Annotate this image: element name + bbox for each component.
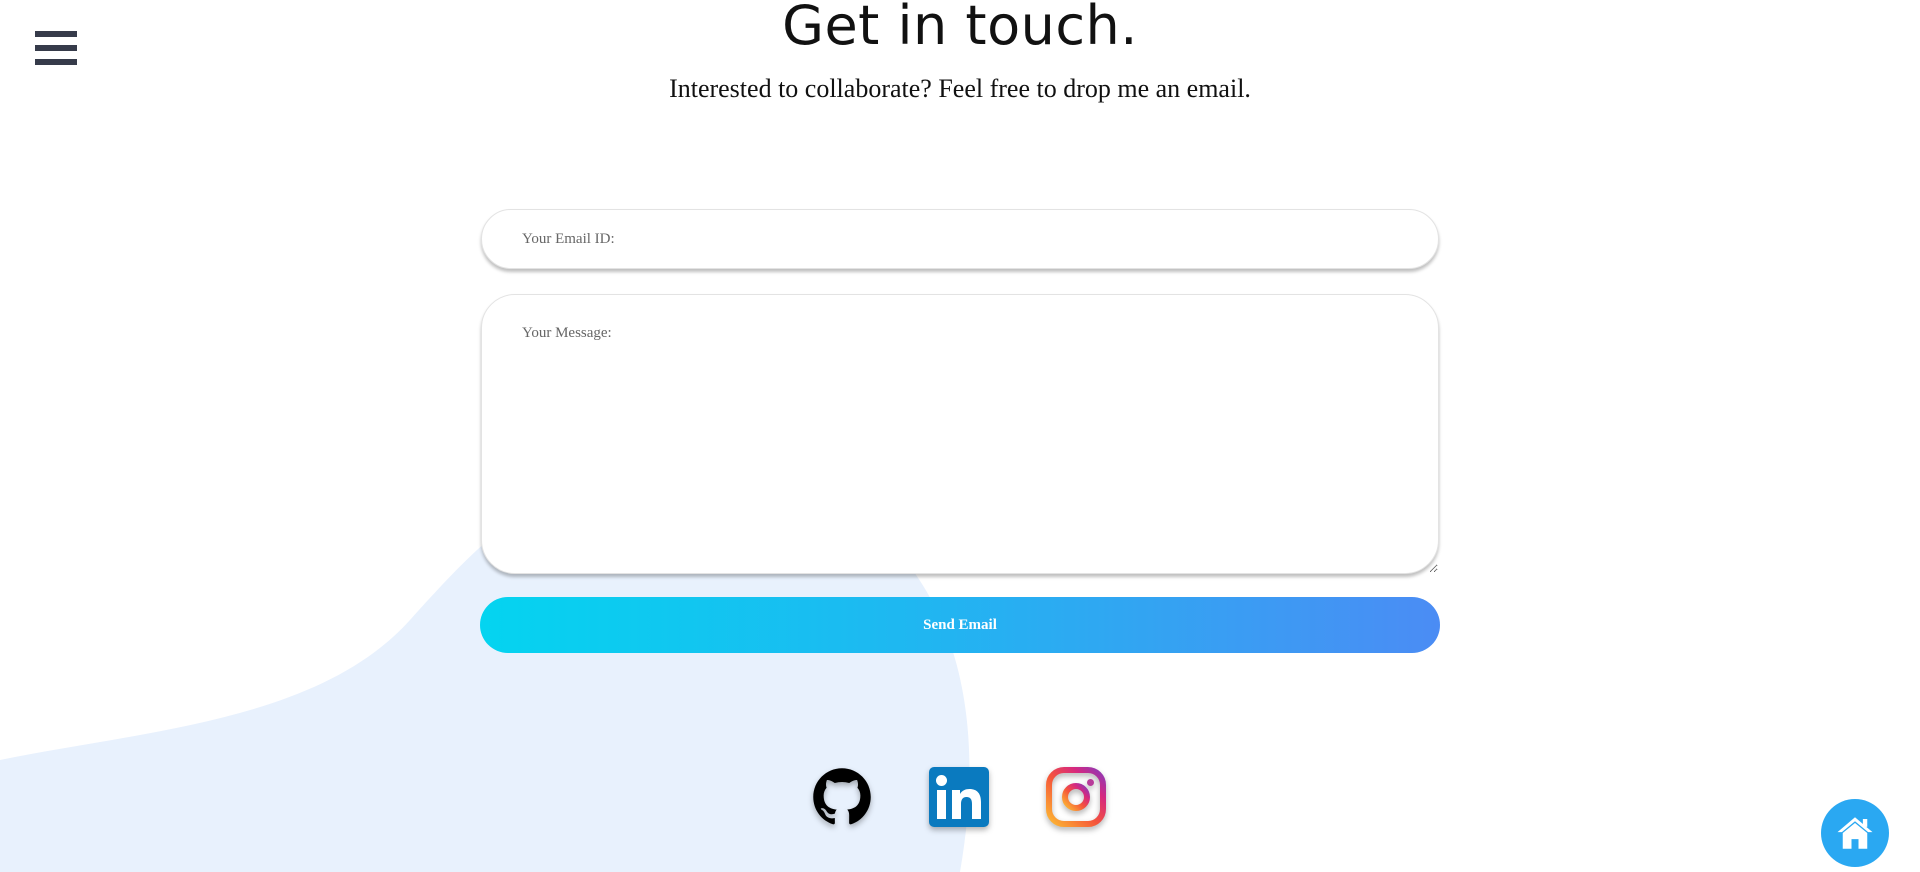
message-field[interactable] [481, 294, 1439, 574]
page-subtitle: Interested to collaborate? Feel free to … [669, 74, 1251, 103]
home-button[interactable] [1821, 799, 1889, 867]
email-field[interactable] [481, 209, 1439, 269]
menu-bar-bottom [35, 59, 77, 65]
linkedin-icon[interactable] [929, 767, 989, 827]
github-icon[interactable] [812, 767, 872, 827]
instagram-icon[interactable] [1046, 767, 1106, 827]
home-icon [1837, 817, 1873, 849]
menu-bar-middle [35, 45, 77, 51]
menu-bar-top [35, 31, 77, 37]
hamburger-menu-icon[interactable] [35, 31, 77, 73]
send-email-button[interactable]: Send Email [480, 597, 1440, 653]
page-title: Get in touch. [782, 0, 1138, 57]
contact-page: Get in touch. Interested to collaborate?… [0, 0, 1920, 872]
